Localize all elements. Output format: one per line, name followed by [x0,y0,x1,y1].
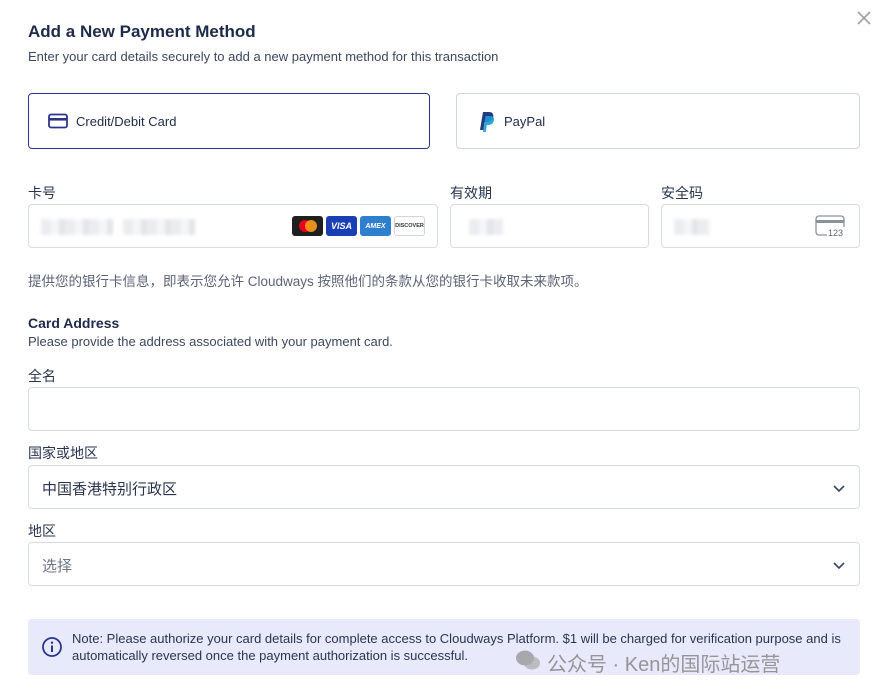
dialog-subtitle: Enter your card details securely to add … [28,49,499,64]
chevron-down-icon [831,557,847,578]
card-brand-logos: VISA AMEX DISCOVER [292,216,425,236]
address-section-title: Card Address [28,315,120,331]
consent-text: 提供您的银行卡信息，即表示您允许 Cloudways 按照他们的条款从您的银行卡… [28,274,588,289]
region-label: 地区 [28,523,56,539]
region-select-value: 选择 [42,558,73,575]
method-paypal[interactable]: PayPal [456,93,860,149]
card-number-input[interactable]: VISA AMEX DISCOVER [28,204,438,248]
discover-icon: DISCOVER [394,216,425,236]
card-number-redacted [123,219,195,235]
watermark-text: 公众号 · Ken的国际站运营 [547,654,781,676]
close-icon[interactable] [854,8,874,28]
chevron-down-icon [831,480,847,501]
cvc-icon-text: 123 [828,228,843,238]
full-name-label: 全名 [28,368,56,384]
expiry-redacted [469,219,503,235]
cvc-label: 安全码 [661,185,703,201]
payment-method-dialog: Add a New Payment Method Enter your card… [0,0,879,697]
method-credit-card-label: Credit/Debit Card [76,113,177,129]
mastercard-icon [292,216,323,236]
expiry-label: 有效期 [450,185,492,201]
cvc-input[interactable]: 123 [661,204,860,248]
method-credit-card[interactable]: Credit/Debit Card [28,93,430,149]
credit-card-icon [47,110,69,132]
paypal-icon [475,110,497,132]
visa-icon: VISA [326,216,357,236]
dialog-title: Add a New Payment Method [28,22,256,41]
country-select[interactable]: 中国香港特别行政区 [28,465,860,509]
cvc-card-icon: 123 [815,214,847,243]
region-select[interactable]: 选择 [28,542,860,586]
card-number-redacted [41,219,113,235]
amex-icon: AMEX [360,216,391,236]
watermark: 公众号 · Ken的国际站运营 [515,648,780,677]
info-icon [41,636,63,663]
full-name-input[interactable] [28,387,860,431]
country-select-value: 中国香港特别行政区 [42,481,178,498]
expiry-input[interactable] [450,204,649,248]
card-number-label: 卡号 [28,185,56,201]
address-section-subtitle: Please provide the address associated wi… [28,334,393,349]
cvc-redacted [674,219,710,235]
method-paypal-label: PayPal [504,113,546,129]
country-label: 国家或地区 [28,445,98,461]
wechat-icon [515,649,541,677]
